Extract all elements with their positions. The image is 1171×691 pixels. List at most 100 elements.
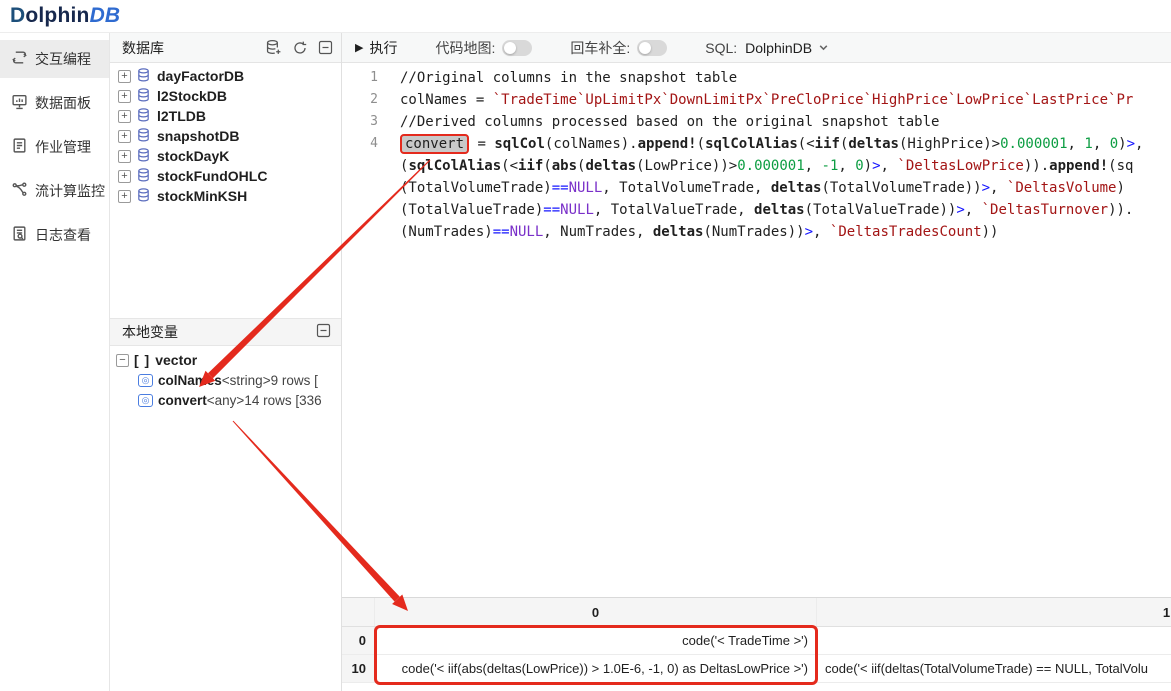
code-line: 4convert = sqlCol(colNames).append!(sqlC… — [342, 133, 1171, 155]
code-line: 2colNames = `TradeTime`UpLimitPx`DownLim… — [342, 89, 1171, 111]
table-cell[interactable]: code('< iif(abs(deltas(LowPrice)) > 1.0E… — [375, 655, 817, 682]
variable-group-vector[interactable]: −[ ]vector — [110, 350, 341, 370]
collapse-all-icon[interactable] — [318, 40, 333, 55]
code-token: , — [1135, 136, 1152, 152]
code-token: -1 — [822, 158, 839, 174]
app-header: DolphinDB — [0, 0, 1171, 33]
code-token: , NumTrades, — [543, 224, 653, 240]
column-header[interactable]: 0 — [375, 598, 817, 626]
sidebar-item-5[interactable]: 日志查看 — [0, 216, 109, 254]
code-token: , — [990, 180, 1007, 196]
code-token: NULL — [569, 180, 603, 196]
table-cell[interactable]: code('< iif(deltas(TotalVolumeTrade) == … — [817, 655, 1171, 682]
code-map-toggle[interactable] — [502, 40, 532, 56]
column-header[interactable]: 1 — [817, 598, 1171, 626]
database-tree-item[interactable]: + dayFactorDB — [110, 66, 341, 86]
code-token: deltas — [754, 202, 805, 218]
code-token: 0.000001 — [737, 158, 804, 174]
line-number — [342, 199, 388, 221]
code-text: //Original columns in the snapshot table — [388, 67, 737, 89]
database-tree-item[interactable]: +snapshotDB — [110, 126, 341, 146]
variable-name: colNames — [158, 373, 222, 388]
database-name: dayFactorDB — [157, 68, 244, 84]
result-table-header-row: 01 — [342, 598, 1171, 627]
code-line: 3 //Derived columns processed based on th… — [342, 111, 1171, 133]
database-tree-item[interactable]: + stockFundOHLC — [110, 166, 341, 186]
variable-item-convert[interactable]: ◎convert<any> 14 rows [336 — [110, 390, 341, 410]
database-tree-item[interactable]: +stockMinKSH — [110, 186, 341, 206]
code-line: (TotalValueTrade)==NULL, TotalValueTrade… — [342, 199, 1171, 221]
expand-icon[interactable]: + — [118, 130, 131, 143]
variable-info: 9 rows [ — [271, 373, 318, 388]
data-panel-icon — [11, 93, 28, 113]
database-tree-item[interactable]: + stockDayK — [110, 146, 341, 166]
database-tree-item[interactable]: +l2StockDB — [110, 86, 341, 106]
sql-dialect-select[interactable]: SQL: DolphinDB — [705, 40, 829, 56]
logo-d: D — [10, 4, 25, 27]
code-token: //Original columns in the snapshot table — [400, 70, 737, 86]
collapse-panel-icon[interactable] — [316, 323, 331, 341]
collapse-icon[interactable]: − — [116, 354, 129, 367]
enter-complete-toggle[interactable] — [637, 40, 667, 56]
table-row: 10code('< iif(abs(deltas(LowPrice)) > 1.… — [342, 655, 1171, 683]
database-icon — [131, 107, 157, 126]
code-token: deltas — [848, 136, 899, 152]
sidebar-item-4[interactable]: 流计算监控 — [0, 172, 109, 210]
run-button[interactable]: ▶ 执行 — [355, 38, 397, 58]
code-token: 1 — [1084, 136, 1092, 152]
expand-icon[interactable]: + — [118, 190, 131, 203]
variable-type: <string> — [222, 373, 271, 388]
code-token: iif — [518, 158, 543, 174]
table-cell[interactable]: code('< TradeTime >') — [375, 627, 817, 654]
database-name: stockFundOHLC — [157, 168, 267, 184]
code-token: deltas — [585, 158, 636, 174]
database-panel-title: 数据库 — [122, 38, 164, 58]
sidebar-item-label: 数据面板 — [35, 93, 91, 113]
code-token: //Derived columns processed based on the… — [400, 114, 939, 130]
code-line: (sqlColAlias(<iif(abs(deltas(LowPrice))>… — [342, 155, 1171, 177]
sidebar-item-2[interactable]: 数据面板 — [0, 84, 109, 122]
code-token: append! — [1049, 158, 1108, 174]
expand-icon[interactable]: + — [118, 150, 131, 163]
database-icon — [131, 87, 157, 106]
local-variables-header: 本地变量 — [110, 318, 341, 346]
database-tree: + dayFactorDB +l2StockDB+l2TLDB+snapshotDB… — [110, 63, 341, 318]
expand-icon[interactable]: + — [118, 170, 131, 183]
code-token: ( — [697, 136, 705, 152]
code-token: (NumTrades) — [400, 224, 493, 240]
code-token: deltas — [771, 180, 822, 196]
variable-name: convert — [158, 393, 207, 408]
expand-icon[interactable]: + — [118, 110, 131, 123]
expand-icon[interactable]: + — [118, 70, 131, 83]
dolphindb-logo: DolphinDB — [10, 4, 120, 28]
corner-cell — [342, 598, 375, 626]
variable-type: <any> — [207, 393, 245, 408]
code-token: (< — [798, 136, 815, 152]
code-token: `DeltasTurnover — [982, 202, 1108, 218]
code-token: == — [543, 202, 560, 218]
database-name: stockDayK — [157, 148, 229, 164]
code-token: > — [1127, 136, 1135, 152]
database-tree-item[interactable]: +l2TLDB — [110, 106, 341, 126]
code-token: = — [469, 136, 494, 152]
table-cell[interactable] — [817, 627, 1171, 654]
result-table: 010code('< TradeTime >')10code('< iif(ab… — [342, 597, 1171, 691]
code-token: > — [982, 180, 990, 196]
code-text: colNames = `TradeTime`UpLimitPx`DownLimi… — [388, 89, 1133, 111]
table-row: 0code('< TradeTime >') — [342, 627, 1171, 655]
code-editor[interactable]: 1 //Original columns in the snapshot tabl… — [342, 63, 1171, 597]
variable-item-colNames[interactable]: ◎colNames<string> 9 rows [ — [110, 370, 341, 390]
code-token: == — [493, 224, 510, 240]
code-token: , TotalValueTrade, — [594, 202, 754, 218]
sidebar-item-3[interactable]: 作业管理 — [0, 128, 109, 166]
code-token: (TotalValueTrade) — [400, 202, 543, 218]
code-token: `DeltasVolume — [1007, 180, 1117, 196]
row-header: 0 — [342, 627, 375, 654]
sidebar-item-1[interactable]: 交互编程 — [0, 40, 109, 78]
code-token: 0 — [1110, 136, 1118, 152]
new-database-icon[interactable] — [265, 39, 282, 56]
expand-icon[interactable]: + — [118, 90, 131, 103]
line-number: 3 — [342, 111, 388, 133]
sql-label: SQL: — [705, 40, 737, 56]
refresh-icon[interactable] — [292, 40, 308, 56]
